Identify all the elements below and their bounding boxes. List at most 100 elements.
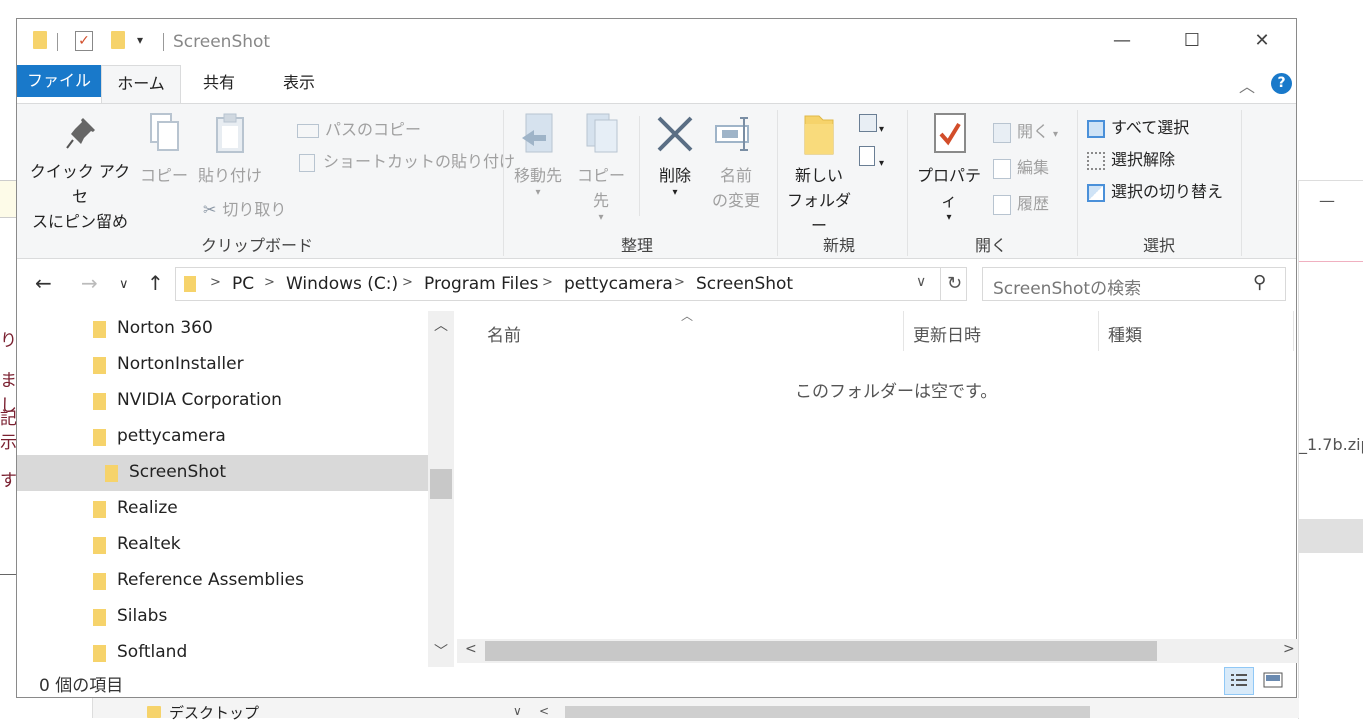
details-view-button[interactable] bbox=[1224, 667, 1254, 695]
folder-icon bbox=[93, 429, 106, 446]
search-input[interactable]: ScreenShotの検索 bbox=[993, 274, 1141, 299]
collapse-ribbon-icon[interactable]: ︿ bbox=[1239, 73, 1255, 97]
close-button[interactable]: ✕ bbox=[1227, 19, 1297, 63]
copy-button[interactable]: コピー bbox=[139, 112, 189, 188]
new-folder-button[interactable]: 新しい フォルダー bbox=[781, 112, 857, 238]
separator bbox=[1241, 110, 1242, 256]
dropdown-arrow-icon: ▾ bbox=[672, 187, 678, 198]
edit-label: 編集 bbox=[1017, 158, 1050, 177]
tree-item[interactable]: Realtek bbox=[17, 527, 428, 563]
large-icons-view-button[interactable] bbox=[1259, 667, 1289, 695]
copy-path-button[interactable]: パスのコピー bbox=[297, 116, 421, 140]
chevron-down-icon: ∨ bbox=[513, 704, 522, 718]
background-folder-label: デスクトップ bbox=[169, 704, 260, 722]
tree-item[interactable]: Reference Assemblies bbox=[17, 563, 428, 599]
tree-item[interactable]: Realize bbox=[17, 491, 428, 527]
scroll-down-icon[interactable]: ﹀ bbox=[434, 641, 448, 661]
column-separator[interactable] bbox=[1293, 311, 1294, 351]
nav-pane-scrollbar[interactable]: ︿ ﹀ bbox=[428, 311, 454, 667]
new-folder-quick-icon[interactable] bbox=[111, 31, 125, 49]
column-separator[interactable] bbox=[1098, 311, 1099, 351]
back-arrow-icon[interactable]: ← bbox=[35, 271, 52, 295]
tab-share[interactable]: 共有 bbox=[189, 65, 249, 103]
rename-label-1: 名前 bbox=[719, 166, 752, 185]
properties-quick-icon[interactable]: ✓ bbox=[75, 31, 93, 51]
properties-button[interactable]: プロパティ ▾ bbox=[911, 112, 987, 223]
column-header-modified[interactable]: 更新日時 bbox=[913, 321, 981, 346]
address-bar[interactable]: > PC > Windows (C:) > Program Files > pe… bbox=[175, 267, 967, 301]
cut-button[interactable]: ✂ 切り取り bbox=[203, 196, 286, 220]
breadcrumb-separator-icon[interactable]: > bbox=[264, 275, 275, 290]
customize-quick-access-icon[interactable]: ▾ bbox=[137, 33, 143, 47]
breadcrumb-pc[interactable]: PC bbox=[232, 274, 254, 294]
horizontal-scrollbar[interactable]: < > bbox=[457, 639, 1298, 663]
address-dropdown-icon[interactable]: ∨ bbox=[916, 274, 926, 290]
breadcrumb-windows-c[interactable]: Windows (C:) bbox=[286, 274, 398, 294]
column-header-type[interactable]: 種類 bbox=[1108, 321, 1142, 346]
breadcrumb-separator-icon[interactable]: > bbox=[210, 275, 221, 290]
separator bbox=[503, 110, 504, 256]
sort-ascending-icon: ︿ bbox=[681, 309, 694, 323]
copy-icon bbox=[150, 113, 179, 151]
pin-quick-access-button[interactable]: クイック アクセ スにピン留め bbox=[25, 112, 135, 234]
background-band bbox=[0, 180, 16, 218]
background-text: 示 bbox=[0, 433, 17, 453]
breadcrumb-program-files[interactable]: Program Files bbox=[424, 274, 538, 294]
help-icon[interactable]: ? bbox=[1271, 73, 1292, 94]
copy-to-button[interactable]: コピー先 ▾ bbox=[571, 112, 631, 223]
history-button[interactable]: 履歴 bbox=[993, 190, 1049, 215]
breadcrumb-separator-icon[interactable]: > bbox=[674, 275, 685, 290]
scrollbar-thumb[interactable] bbox=[430, 469, 452, 499]
tree-item[interactable]: Softland bbox=[17, 635, 428, 667]
tree-item[interactable]: Norton 360 bbox=[17, 311, 428, 347]
recent-locations-icon[interactable]: ∨ bbox=[119, 277, 129, 292]
move-to-button[interactable]: 移動先 ▾ bbox=[509, 112, 567, 198]
edit-button[interactable]: 編集 bbox=[993, 154, 1049, 179]
tree-item[interactable]: Silabs bbox=[17, 599, 428, 635]
tab-home[interactable]: ホーム bbox=[101, 65, 181, 103]
history-icon bbox=[993, 194, 1011, 215]
breadcrumb-screenshot[interactable]: ScreenShot bbox=[696, 274, 793, 294]
tree-item[interactable]: NortonInstaller bbox=[17, 347, 428, 383]
breadcrumb-separator-icon[interactable]: > bbox=[542, 275, 553, 290]
new-item-button[interactable]: ▾ bbox=[859, 114, 884, 136]
refresh-icon[interactable]: ↻ bbox=[940, 268, 968, 300]
forward-arrow-icon[interactable]: → bbox=[81, 271, 98, 295]
select-all-button[interactable]: すべて選択 bbox=[1087, 114, 1189, 138]
tab-view[interactable]: 表示 bbox=[267, 65, 331, 103]
invert-selection-button[interactable]: 選択の切り替え bbox=[1087, 178, 1223, 202]
scrollbar-thumb[interactable] bbox=[485, 641, 1157, 661]
folder-icon bbox=[93, 645, 106, 662]
paste-shortcut-button[interactable]: ショートカットの貼り付け bbox=[299, 148, 515, 172]
up-arrow-icon[interactable]: ↑ bbox=[147, 271, 164, 295]
separator bbox=[639, 116, 640, 216]
paste-button[interactable]: 貼り付け bbox=[197, 112, 263, 188]
breadcrumb-separator-icon[interactable]: > bbox=[402, 275, 413, 290]
rename-button[interactable]: 名前 の変更 bbox=[707, 112, 765, 213]
clipboard-group-label: クリップボード bbox=[200, 236, 313, 255]
dropdown-arrow-icon: ▾ bbox=[946, 212, 952, 223]
breadcrumb-pettycamera[interactable]: pettycamera bbox=[564, 274, 673, 294]
tab-file[interactable]: ファイル bbox=[17, 65, 101, 97]
tree-item[interactable]: NVIDIA Corporation bbox=[17, 383, 428, 419]
column-header-name[interactable]: 名前 bbox=[487, 321, 521, 346]
tree-item-selected[interactable]: ScreenShot bbox=[17, 455, 428, 491]
open-button[interactable]: 開く ▾ bbox=[993, 118, 1058, 143]
maximize-button[interactable]: ☐ bbox=[1157, 19, 1227, 63]
scroll-left-icon[interactable]: < bbox=[465, 641, 477, 657]
search-icon[interactable]: ⚲ bbox=[1253, 272, 1266, 293]
new-folder-icon bbox=[804, 115, 834, 155]
delete-button[interactable]: 削除 ▾ bbox=[649, 112, 701, 198]
scroll-up-icon[interactable]: ︿ bbox=[434, 315, 448, 335]
background-scrollbar bbox=[565, 706, 1090, 718]
select-none-button[interactable]: 選択解除 bbox=[1087, 146, 1175, 170]
tree-item[interactable]: pettycamera bbox=[17, 419, 428, 455]
tree-item-label: Softland bbox=[117, 642, 188, 662]
empty-folder-message: このフォルダーは空です。 bbox=[795, 382, 998, 402]
folder-icon bbox=[33, 31, 47, 49]
minimize-button[interactable]: — bbox=[1087, 19, 1157, 63]
easy-access-button[interactable]: ▾ bbox=[859, 146, 884, 170]
scroll-right-icon[interactable]: > bbox=[1283, 641, 1295, 657]
search-box[interactable]: ScreenShotの検索 ⚲ bbox=[982, 267, 1286, 301]
column-separator[interactable] bbox=[903, 311, 904, 351]
